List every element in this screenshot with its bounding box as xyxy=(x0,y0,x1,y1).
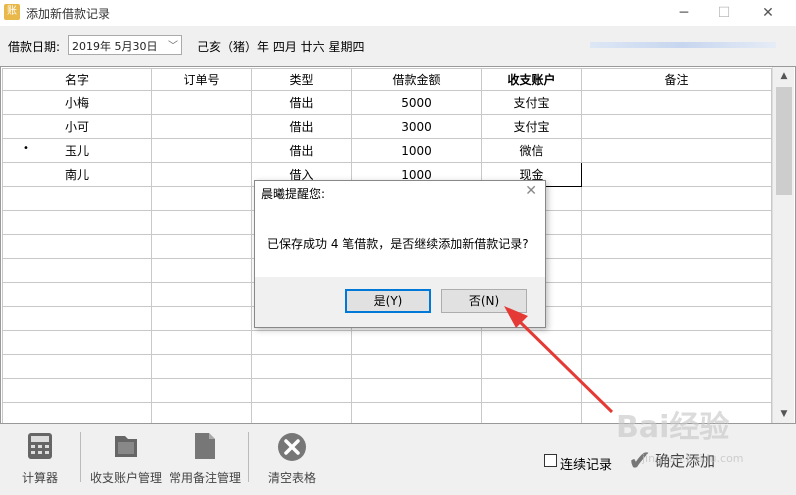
arrow-line xyxy=(514,316,614,414)
annotation-arrow xyxy=(504,306,614,414)
app-window: 账 添加新借款记录 ─ ☐ ✕ 借款日期: 2019年 5月30日 ﹀ 己亥（猪… xyxy=(0,0,796,495)
